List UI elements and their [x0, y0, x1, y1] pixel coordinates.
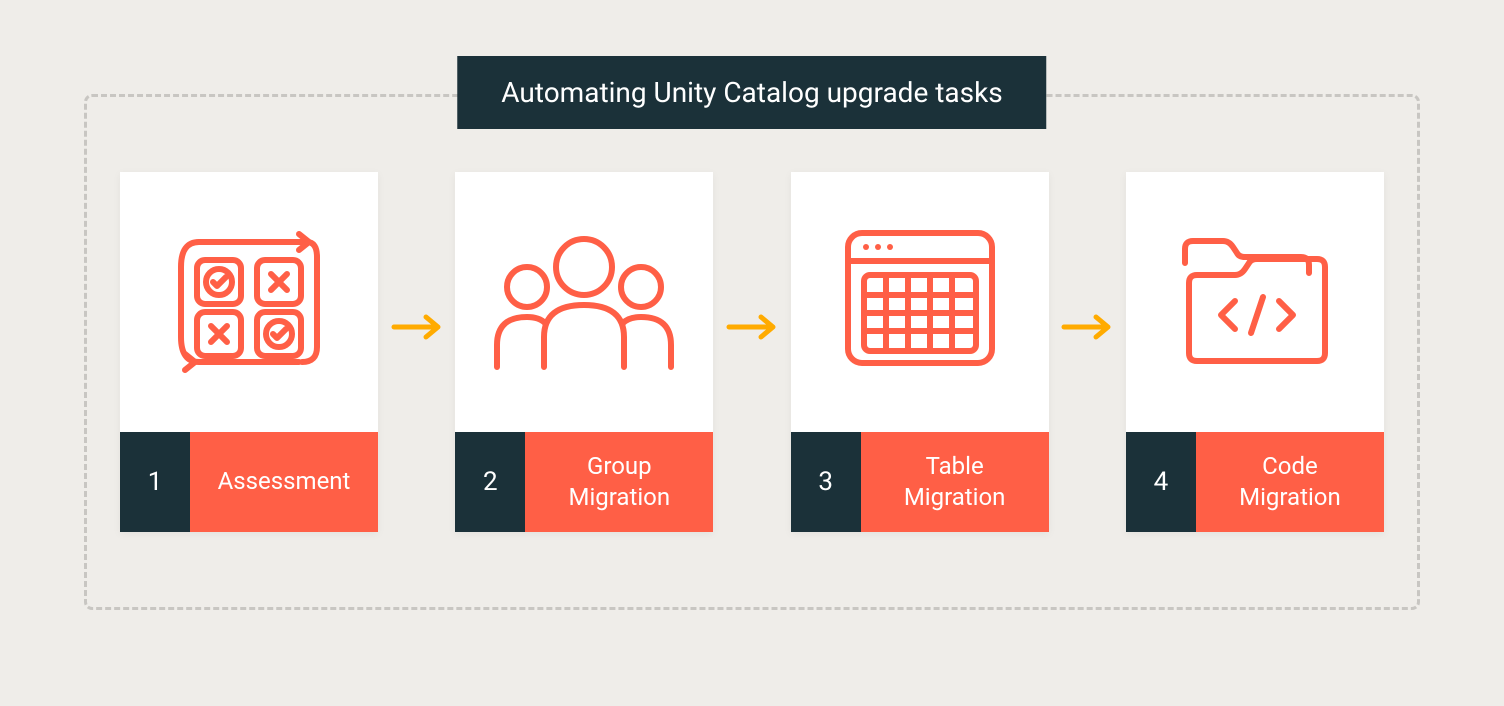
step-card-3: 3 TableMigration — [791, 172, 1049, 532]
arrow-icon — [722, 313, 782, 341]
step-label: TableMigration — [861, 432, 1049, 532]
arrow-icon — [1057, 313, 1117, 341]
step-card-4: 4 CodeMigration — [1126, 172, 1384, 532]
table-icon — [791, 172, 1049, 432]
step-number: 3 — [791, 432, 861, 532]
step-label: Assessment — [190, 432, 378, 532]
diagram-title: Automating Unity Catalog upgrade tasks — [457, 56, 1046, 129]
arrow-icon — [387, 313, 447, 341]
step-number: 2 — [455, 432, 525, 532]
steps-row: 1 Assessment 2 GroupMigrat — [120, 172, 1384, 532]
group-icon — [455, 172, 713, 432]
code-icon — [1126, 172, 1384, 432]
step-number: 1 — [120, 432, 190, 532]
assessment-icon — [120, 172, 378, 432]
step-number: 4 — [1126, 432, 1196, 532]
step-label: CodeMigration — [1196, 432, 1384, 532]
step-card-1: 1 Assessment — [120, 172, 378, 532]
step-label: GroupMigration — [525, 432, 713, 532]
step-card-2: 2 GroupMigration — [455, 172, 713, 532]
